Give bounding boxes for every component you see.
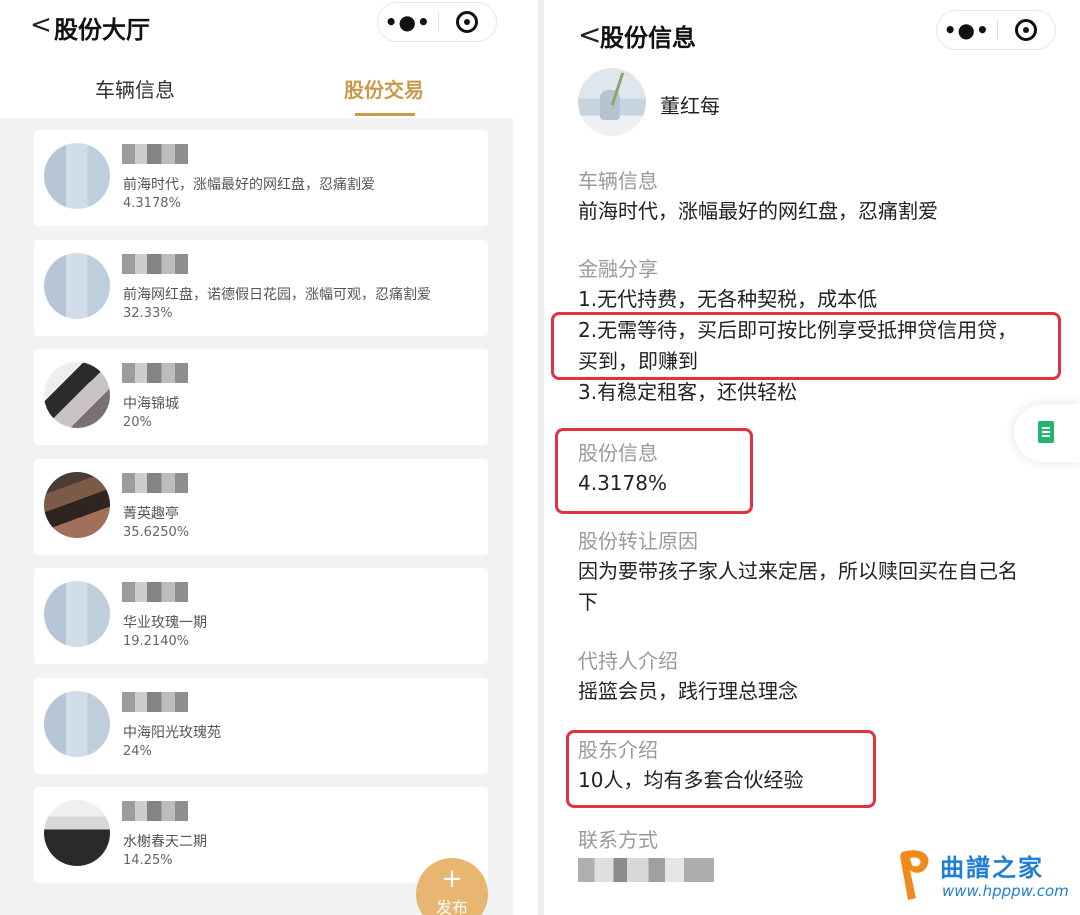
publish-button[interactable]: + 发布 — [416, 858, 488, 915]
plus-icon: + — [441, 864, 463, 894]
item-percentage: 35.6250% — [123, 524, 190, 540]
highlight-box-share-info — [555, 428, 753, 514]
section-label: 金融分享 — [578, 257, 658, 281]
section-value: 1.无代持费，无各种契税，成本低 — [578, 287, 878, 311]
tab-vehicle-info[interactable]: 车辆信息 — [95, 74, 175, 103]
watermark-logo-icon — [900, 850, 929, 900]
blurred-name — [122, 144, 188, 164]
document-icon — [1038, 421, 1054, 443]
list-item[interactable]: 华业玫瑰一期 19.2140% — [34, 568, 488, 664]
avatar — [44, 362, 110, 428]
watermark-url: www.hpppw.com — [942, 882, 1069, 900]
vehicle-info-section: 车辆信息 前海时代，涨幅最好的网红盘，忍痛割爱 — [578, 166, 1058, 227]
section-value: 3.有稳定租客，还供轻松 — [578, 380, 798, 404]
close-target-icon[interactable] — [997, 19, 1055, 41]
item-description: 前海网红盘，诺德假日花园，涨幅可观，忍痛割爱 — [123, 286, 431, 303]
back-icon[interactable]: < — [30, 10, 52, 40]
screenshot-gutter — [513, 0, 541, 915]
section-label: 代持人介绍 — [578, 649, 678, 673]
section-label: 股份转让原因 — [578, 529, 698, 553]
avatar — [44, 252, 110, 319]
watermark: 曲譜之家 www.hpppw.com — [880, 842, 1080, 908]
section-label: 车辆信息 — [578, 169, 658, 193]
avatar — [44, 471, 110, 538]
floating-document-button[interactable] — [1014, 404, 1080, 462]
blurred-name — [122, 582, 188, 602]
share-info-screen: < 股份信息 •●• 董红每 车辆信息 前海时代，涨幅最好的网红盘，忍痛割爱 金… — [544, 0, 1080, 915]
section-value: 摇篮会员，践行理总理念 — [578, 679, 798, 703]
list-item[interactable]: 中海锦城 20% — [34, 349, 488, 445]
item-description: 前海时代，涨幅最好的网红盘，忍痛割爱 — [123, 177, 375, 193]
item-description: 水榭春天二期 — [123, 834, 207, 850]
blurred-name — [122, 472, 188, 493]
close-target-icon[interactable] — [438, 11, 496, 33]
item-description: 中海锦城 — [123, 396, 179, 412]
agent-intro-section: 代持人介绍 摇篮会员，践行理总理念 — [578, 646, 1058, 707]
item-description: 菁英趣亭 — [123, 505, 179, 522]
active-tab-indicator — [355, 113, 415, 116]
item-description: 中海阳光玫瑰苑 — [123, 724, 221, 741]
list-item[interactable]: 菁英趣亭 35.6250% — [34, 458, 488, 555]
avatar — [44, 690, 110, 757]
item-percentage: 32.33% — [123, 305, 173, 321]
section-value: 前海时代，涨幅最好的网红盘，忍痛割爱 — [578, 199, 938, 223]
share-hall-screen: < 股份大厅 •●• 车辆信息 股份交易 前海时代，涨幅最好的网红盘，忍痛割爱 … — [0, 0, 513, 915]
tab-share-trading[interactable]: 股份交易 — [344, 74, 424, 103]
share-list: 前海时代，涨幅最好的网红盘，忍痛割爱 4.3178% 前海网红盘，诺德假日花园，… — [34, 130, 488, 897]
back-icon[interactable]: < — [578, 18, 601, 51]
section-value: 因为要带孩子家人过来定居，所以赎回买在自己名 — [578, 559, 1018, 583]
avatar — [578, 68, 646, 136]
section-value: 下 — [578, 590, 598, 614]
page-title: 股份大厅 — [54, 16, 150, 44]
list-item[interactable]: 前海网红盘，诺德假日花园，涨幅可观，忍痛割爱 32.33% — [34, 239, 488, 336]
left-header: < 股份大厅 •●• 车辆信息 股份交易 — [0, 0, 513, 118]
item-percentage: 20% — [123, 415, 152, 430]
blurred-name — [122, 801, 188, 821]
more-icon[interactable]: •●• — [378, 10, 438, 34]
publish-label: 发布 — [435, 898, 468, 915]
item-percentage: 19.2140% — [123, 634, 190, 649]
list-item[interactable]: 中海阳光玫瑰苑 24% — [34, 677, 488, 774]
page-title: 股份信息 — [600, 24, 696, 52]
blurred-contact — [578, 858, 714, 882]
avatar — [44, 581, 110, 647]
more-icon[interactable]: •●• — [937, 18, 997, 42]
blurred-name — [122, 691, 188, 712]
list-item[interactable]: 前海时代，涨幅最好的网红盘，忍痛割爱 4.3178% — [34, 130, 488, 226]
item-description: 华业玫瑰一期 — [123, 615, 207, 631]
watermark-text: 曲譜之家 — [940, 854, 1044, 882]
avatar — [44, 143, 110, 209]
blurred-name — [122, 363, 188, 383]
highlight-box-shareholders — [566, 730, 876, 808]
miniapp-capsule: •●• — [936, 10, 1056, 50]
item-percentage: 14.25% — [123, 853, 173, 868]
user-name: 董红每 — [660, 94, 720, 118]
item-percentage: 4.3178% — [123, 196, 181, 211]
highlight-box-finance — [551, 312, 1061, 380]
miniapp-capsule: •●• — [377, 2, 497, 42]
blurred-name — [122, 253, 188, 274]
transfer-reason-section: 股份转让原因 因为要带孩子家人过来定居，所以赎回买在自己名 下 — [578, 526, 1058, 618]
avatar — [44, 800, 110, 866]
item-percentage: 24% — [123, 743, 152, 759]
